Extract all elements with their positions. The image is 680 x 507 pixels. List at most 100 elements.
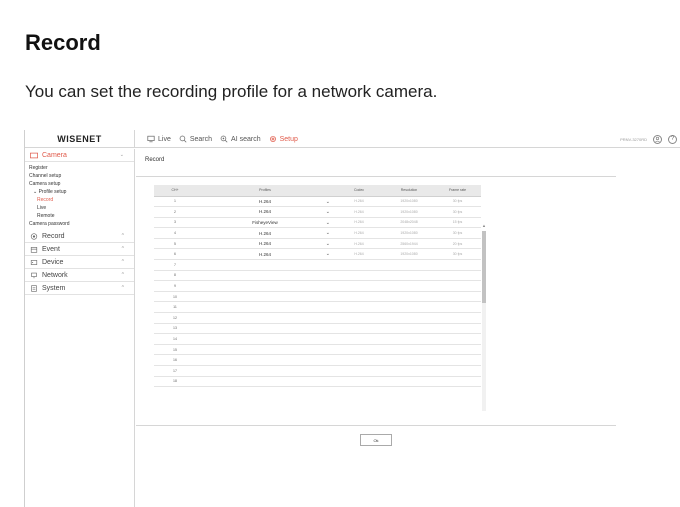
cell-codec: H.264	[334, 206, 384, 218]
profile-select[interactable]: H.264 ⌄	[196, 196, 334, 208]
cell-codec	[334, 333, 384, 345]
table-row: 17	[154, 365, 481, 377]
cell-codec	[334, 280, 384, 292]
top-nav: Live Search AI search Setup	[147, 130, 298, 148]
cell-codec-value: H.264	[354, 220, 364, 225]
cell-resolution	[384, 259, 434, 271]
cell-channel: 1	[154, 196, 196, 208]
cell-resolution: 1920x1080	[384, 206, 434, 218]
cell-profile	[196, 354, 334, 366]
record-icon	[30, 232, 38, 240]
table-row: 6 H.264 ⌄ H.264 1920x1080 30 fps	[154, 248, 481, 261]
scrollbar-thumb[interactable]	[482, 231, 486, 303]
cell-frame-rate	[434, 365, 481, 377]
cell-channel: 7	[154, 259, 196, 271]
cell-channel: 6	[154, 248, 196, 261]
nav-search[interactable]: Search	[179, 135, 212, 143]
table-row: 14	[154, 333, 481, 345]
cell-channel: 13	[154, 323, 196, 335]
cell-resolution	[384, 354, 434, 366]
cell-codec	[334, 344, 384, 356]
table-header-row: CH+ Profiles Codec Resolution Frame rate	[154, 185, 481, 197]
sidebar-item-remote[interactable]: Remote	[25, 212, 134, 220]
cell-channel-value: 12	[173, 315, 177, 320]
logo: WISENET	[57, 134, 102, 144]
cell-channel: 14	[154, 333, 196, 345]
cell-frame-rate	[434, 333, 481, 345]
cell-frame-rate	[434, 312, 481, 324]
cell-codec-value: H.264	[354, 199, 364, 204]
system-icon	[31, 284, 37, 292]
cell-resolution-value: 1920x1080	[400, 252, 418, 257]
cell-resolution-value: 1920x1080	[400, 199, 418, 204]
nav-ai-search[interactable]: AI search	[220, 135, 261, 143]
user-icon[interactable]	[653, 134, 662, 144]
chevron-up-icon: ^	[121, 259, 124, 265]
cell-channel-value: 3	[174, 220, 176, 225]
chevron-down-icon: ⌄	[325, 198, 330, 205]
cell-channel-value: 1	[174, 199, 176, 204]
nav-live[interactable]: Live	[147, 135, 171, 143]
cell-frame-rate: 15 fps	[434, 217, 481, 229]
cell-resolution: 1920x1080	[384, 227, 434, 239]
nav-setup[interactable]: Setup	[269, 135, 298, 143]
cell-resolution-value: 2560x1944	[400, 241, 418, 246]
sidebar-item-channel-setup[interactable]: Channel setup	[25, 172, 134, 180]
cell-codec: H.264	[334, 217, 384, 229]
scroll-up-icon[interactable]: ▲	[482, 223, 486, 228]
search-icon	[179, 135, 187, 143]
cell-channel-value: 5	[174, 241, 176, 246]
profile-select-value: H.264	[258, 241, 271, 247]
chevron-up-icon: ^	[121, 233, 124, 239]
cell-profile	[196, 323, 334, 335]
menu-record[interactable]: Record ^	[25, 230, 134, 243]
cell-resolution: 1920x1080	[384, 248, 434, 261]
cell-codec	[334, 312, 384, 324]
sidebar-item-record[interactable]: Record	[25, 196, 134, 204]
sidebar-item-camera-setup[interactable]: Camera setup	[25, 180, 134, 188]
cell-frame-rate-value: 20 fps	[452, 241, 463, 246]
cell-channel-value: 15	[173, 347, 177, 352]
cell-channel: 9	[154, 280, 196, 292]
menu-device[interactable]: Device ^	[25, 256, 134, 269]
sidebar-item-register[interactable]: Register	[25, 164, 134, 172]
page-title: Record	[145, 157, 165, 163]
cell-resolution	[384, 344, 434, 356]
sidebar-item-profile-setup[interactable]: ⌄ Profile setup	[25, 188, 134, 196]
cell-resolution	[384, 280, 434, 292]
chevron-down-icon: ⌄	[325, 209, 330, 216]
profile-table-wrap: CH+ Profiles Codec Resolution Frame rate…	[154, 185, 488, 411]
scrollbar[interactable]	[482, 231, 486, 411]
menu-camera[interactable]: Camera ⌄	[25, 149, 134, 162]
cell-codec	[334, 354, 384, 366]
profile-select[interactable]: H.264 ⌄	[196, 248, 334, 261]
table-body: 1 H.264 ⌄ H.264 1920x1080 30 fps 2 H.264 ⌄ H.264 1…	[154, 196, 481, 388]
event-icon	[30, 246, 38, 253]
table-row: 8	[154, 270, 481, 282]
table-row: 13	[154, 323, 481, 335]
sidebar-item-live[interactable]: Live	[25, 204, 134, 212]
profile-select[interactable]: H.264 ⌄	[196, 238, 334, 250]
cell-resolution: 2048x2048	[384, 217, 434, 229]
cell-resolution	[384, 365, 434, 377]
cell-channel-value: 14	[173, 337, 177, 342]
camera-icon	[30, 152, 38, 158]
menu-event[interactable]: Event ^	[25, 243, 134, 256]
profile-select[interactable]: H.264 ⌄	[196, 206, 334, 218]
profile-select[interactable]: H.264 ⌄	[196, 227, 334, 239]
top-right: PRNV-3270RD ?	[620, 130, 677, 148]
cell-profile	[196, 312, 334, 324]
profile-select[interactable]: FisheyeView ⌄	[196, 217, 334, 229]
cell-resolution: 1920x1080	[384, 196, 434, 208]
sidebar-item-camera-password[interactable]: Camera password	[25, 220, 134, 228]
menu-network[interactable]: Network ^	[25, 269, 134, 282]
ok-button[interactable]: Ok	[360, 434, 392, 446]
menu-system[interactable]: System ^	[25, 282, 134, 295]
chevron-down-icon: ⌄	[325, 251, 330, 258]
cell-codec	[334, 323, 384, 335]
cell-frame-rate	[434, 280, 481, 292]
cell-profile	[196, 376, 334, 388]
profile-select-value: H.264	[258, 198, 271, 204]
help-icon[interactable]: ?	[668, 134, 677, 144]
cell-frame-rate	[434, 344, 481, 356]
